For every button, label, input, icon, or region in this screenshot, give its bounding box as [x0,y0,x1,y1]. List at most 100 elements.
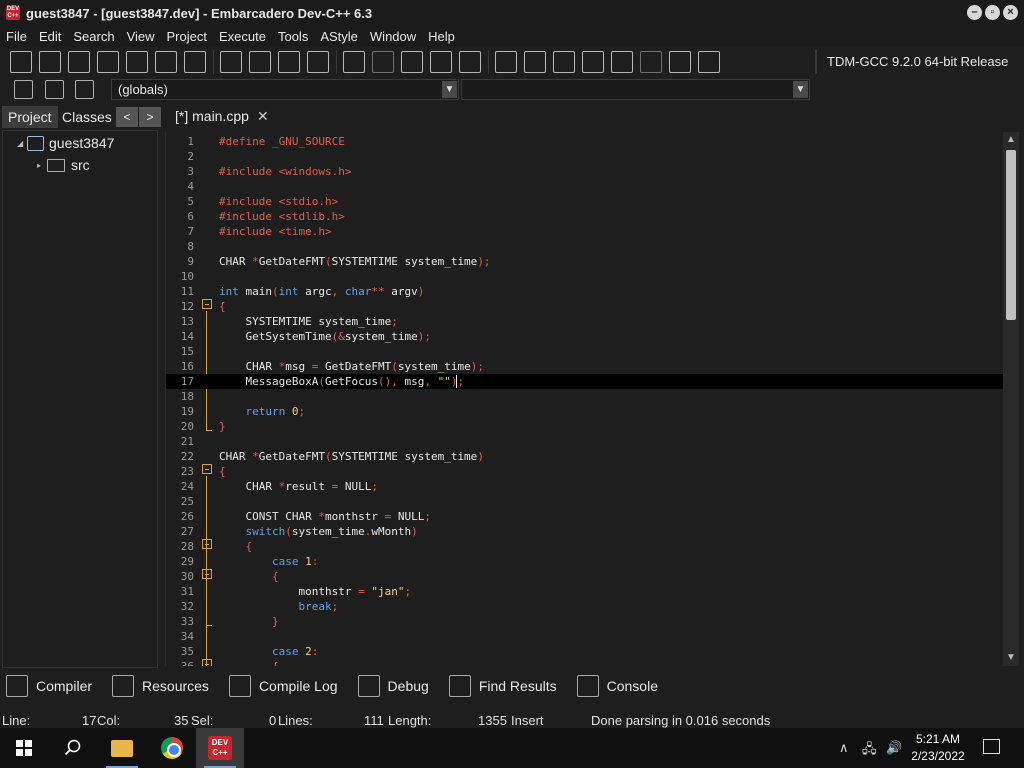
tab-main-cpp[interactable]: [*] main.cpp ✕ [167,104,277,130]
close-file-icon[interactable] [126,51,148,73]
code-line[interactable]: 7 #include <time.h> [166,224,1003,239]
code-line[interactable]: 30 { [166,569,1003,584]
profile-icon[interactable] [669,51,691,73]
undo-icon[interactable] [343,51,365,73]
member-combo[interactable]: ▼ [461,79,810,100]
code-line[interactable]: 32 break; [166,599,1003,614]
code-line[interactable]: 3 #include <windows.h> [166,164,1003,179]
code-line[interactable]: 25 [166,494,1003,509]
insert-icon[interactable] [14,80,33,99]
close-tab-icon[interactable]: ✕ [257,108,269,124]
search-icon[interactable] [64,739,82,757]
expand-toggle-icon[interactable]: ◢ [17,139,27,148]
taskbar-clock[interactable]: 5:21 AM 2/23/2022 [906,731,970,765]
code-line[interactable]: 27 switch(system_time.wMonth) [166,524,1003,539]
code-line[interactable]: 36 { [166,659,1003,666]
code-line[interactable]: 9 CHAR *GetDateFMT(SYSTEMTIME system_time… [166,254,1003,269]
menu-search[interactable]: Search [73,29,114,44]
tree-node-project[interactable]: ◢ guest3847 [17,135,114,151]
replace-icon[interactable] [249,51,271,73]
close-all-icon[interactable] [155,51,177,73]
menu-execute[interactable]: Execute [219,29,266,44]
code-line[interactable]: 26 CONST CHAR *monthstr = NULL; [166,509,1003,524]
syntax-check-icon[interactable] [611,51,633,73]
volume-icon[interactable]: 🔊 [886,740,902,756]
code-line[interactable]: 13 SYSTEMTIME system_time; [166,314,1003,329]
tab-compile-log[interactable]: Compile Log [223,675,338,697]
menu-file[interactable]: File [6,29,27,44]
maximize-button[interactable]: ▫ [985,5,1000,20]
menu-astyle[interactable]: AStyle [320,29,358,44]
minimize-button[interactable]: – [967,5,982,20]
new-project-icon[interactable] [401,51,423,73]
notification-icon[interactable] [983,739,1000,754]
new-file-icon[interactable] [10,51,32,73]
save-all-icon[interactable] [97,51,119,73]
delete-profile-icon[interactable] [698,51,720,73]
code-line[interactable]: 5 #include <stdio.h> [166,194,1003,209]
code-line[interactable]: 2 [166,149,1003,164]
compile-icon[interactable] [495,51,517,73]
code-line[interactable]: 22 CHAR *GetDateFMT(SYSTEMTIME system_tim… [166,449,1003,464]
close-button[interactable]: × [1003,5,1018,20]
expand-toggle-icon[interactable]: ▸ [37,161,47,170]
unindent-icon[interactable] [307,51,329,73]
chevron-up-icon[interactable]: ∧ [839,740,849,756]
code-line[interactable]: 15 [166,344,1003,359]
file-explorer-app[interactable] [98,728,146,768]
tab-compiler[interactable]: Compiler [0,675,92,697]
code-line[interactable]: 19 return 0; [166,404,1003,419]
compile-run-icon[interactable] [553,51,575,73]
open-file-icon[interactable] [39,51,61,73]
chrome-app[interactable] [148,728,196,768]
code-line[interactable]: 24 CHAR *result = NULL; [166,479,1003,494]
code-line[interactable]: 16 CHAR *msg = GetDateFMT(system_time); [166,359,1003,374]
code-line[interactable]: 35 case 2: [166,644,1003,659]
tab-resources[interactable]: Resources [106,675,209,697]
code-line[interactable]: 8 [166,239,1003,254]
find-icon[interactable] [220,51,242,73]
code-line[interactable]: 33 } [166,614,1003,629]
tab-classes[interactable]: Classes [56,106,118,128]
code-line[interactable]: 4 [166,179,1003,194]
code-line[interactable]: 21 [166,434,1003,449]
menu-window[interactable]: Window [370,29,416,44]
tab-project[interactable]: Project [2,106,58,128]
menu-view[interactable]: View [127,29,155,44]
vertical-scrollbar[interactable]: ▲ ▼ [1003,132,1019,666]
code-line[interactable]: 18 [166,389,1003,404]
windows-start-icon[interactable] [16,740,32,756]
tab-find-results[interactable]: Find Results [443,675,557,697]
menu-project[interactable]: Project [167,29,207,44]
code-line[interactable]: 34 [166,629,1003,644]
print-icon[interactable] [184,51,206,73]
code-line[interactable]: 6 #include <stdlib.h> [166,209,1003,224]
code-line[interactable]: 11 int main(int argc, char** argv) [166,284,1003,299]
menu-help[interactable]: Help [428,29,455,44]
code-line[interactable]: 10 [166,269,1003,284]
scroll-down-icon[interactable]: ▼ [1003,650,1019,666]
devcpp-taskbar-app[interactable]: DEV C++ [196,728,244,768]
scroll-up-icon[interactable]: ▲ [1003,132,1019,148]
code-line[interactable]: 1 #define _GNU_SOURCE [166,134,1003,149]
run-icon[interactable] [524,51,546,73]
indent-icon[interactable] [278,51,300,73]
code-line[interactable]: 12 { [166,299,1003,314]
code-line[interactable]: 29 case 1: [166,554,1003,569]
code-line[interactable]: 20} [166,419,1003,434]
menu-edit[interactable]: Edit [39,29,61,44]
code-line[interactable]: 28 { [166,539,1003,554]
save-icon[interactable] [68,51,90,73]
tab-console[interactable]: Console [571,675,658,697]
redo-icon[interactable] [372,51,394,73]
code-editor[interactable]: 1 #define _GNU_SOURCE 2 3 #include <windows.… [165,132,1003,666]
stop-icon[interactable] [640,51,662,73]
scrollbar-thumb[interactable] [1006,150,1016,320]
tab-debug[interactable]: Debug [352,675,429,697]
code-line[interactable]: 14 GetSystemTime(&system_time); [166,329,1003,344]
chevron-left-icon[interactable]: < [116,107,138,127]
code-line[interactable]: 17 MessageBoxA(GetFocus(), msg, ""); [166,374,1003,389]
compiler-select[interactable]: TDM-GCC 9.2.0 64-bit Release [815,50,1024,74]
code-line[interactable]: 31 monthstr = "jan"; [166,584,1003,599]
comment-icon[interactable] [459,51,481,73]
